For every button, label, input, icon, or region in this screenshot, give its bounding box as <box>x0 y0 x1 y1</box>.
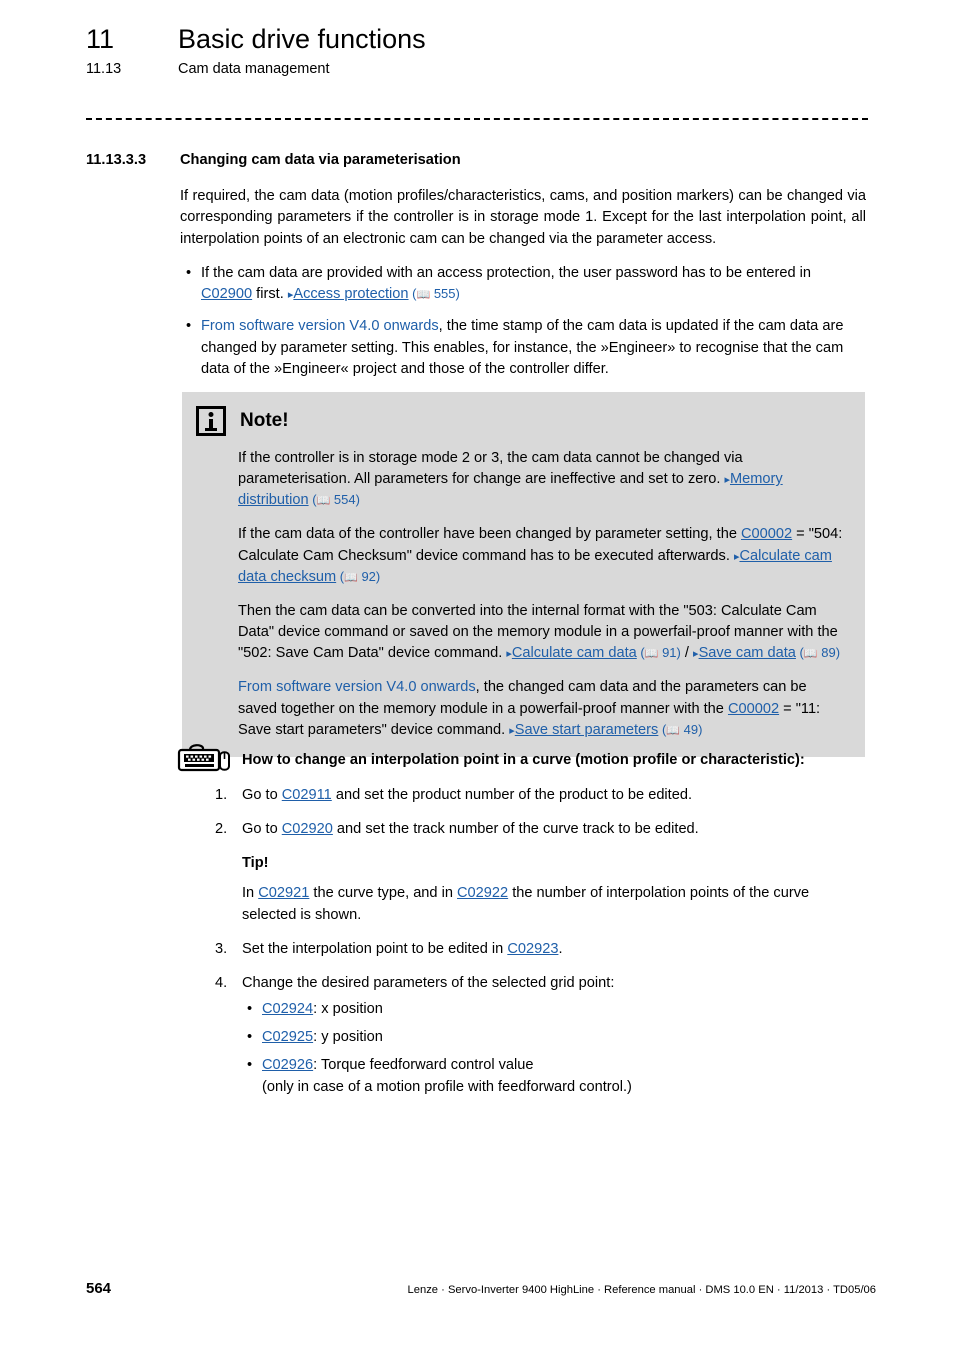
section-heading-number: 11.13.3.3 <box>86 152 147 168</box>
intro-paragraph: If required, the cam data (motion profil… <box>180 188 866 247</box>
header-chapter-row: 11 Basic drive functions <box>86 24 876 55</box>
param-link-c00002[interactable]: C00002 <box>728 701 779 717</box>
note-p1-text: If the controller is in storage mode 2 o… <box>238 450 743 488</box>
book-icon: 📖 <box>316 495 331 508</box>
tip-text-before: In <box>242 885 259 902</box>
step4-sub-list: C02924: x position C02925: y position C0… <box>242 999 866 1098</box>
footer-text: Lenze · Servo-Inverter 9400 HighLine · R… <box>407 1284 876 1296</box>
page-reference-number: 49 <box>683 721 699 737</box>
page-reference-number: 91 <box>662 645 677 661</box>
version-highlight: From software version V4.0 onwards <box>238 679 476 696</box>
keyboard-mouse-icon <box>177 744 230 772</box>
list-item: C02926: Torque feedforward control value… <box>242 1055 866 1097</box>
step3-text-after: . <box>558 940 563 957</box>
param-link-c02920[interactable]: C02920 <box>282 821 333 837</box>
param-link-c02921[interactable]: C02921 <box>258 885 309 901</box>
document-page: 11 Basic drive functions 11.13 Cam data … <box>0 0 954 1350</box>
page-reference-number: 555 <box>433 286 456 302</box>
chapter-title: Basic drive functions <box>178 24 426 54</box>
list-item: Go to C02911 and set the product number … <box>176 785 866 806</box>
howto-title: How to change an interpolation point in … <box>242 752 805 768</box>
sub-item-text: : y position <box>313 1029 383 1046</box>
howto-section: How to change an interpolation point in … <box>176 740 866 1111</box>
param-link-c02923[interactable]: C02923 <box>507 941 558 957</box>
page-reference-number: 554 <box>333 492 356 508</box>
step2-text-before: Go to <box>242 821 282 838</box>
howto-header: How to change an interpolation point in … <box>176 740 866 776</box>
note-paragraph-4: From software version V4.0 onwards, the … <box>238 677 847 740</box>
param-link-c02924[interactable]: C02924 <box>262 1001 313 1017</box>
page-reference: (📖 555) <box>408 286 460 302</box>
list-item: Set the interpolation point to be edited… <box>176 939 866 960</box>
tip-text-mid: the curve type, and in <box>309 885 458 902</box>
footer-page-number: 564 <box>86 1280 112 1297</box>
book-icon: 📖 <box>344 571 358 584</box>
page-reference: (📖 92) <box>336 568 381 584</box>
list-item: If the cam data are provided with an acc… <box>180 263 866 306</box>
page-footer: 564 Lenze · Servo-Inverter 9400 HighLine… <box>86 1280 876 1297</box>
bullet-text-before: If the cam data are provided with an acc… <box>201 264 812 281</box>
book-icon: 📖 <box>644 648 659 661</box>
xref-link-calculate-cam-data[interactable]: Calculate cam data <box>512 645 637 661</box>
tip-text: In C02921 the curve type, and in C02922 … <box>242 883 866 925</box>
xref-separator: / <box>680 645 694 662</box>
version-highlight: From software version V4.0 onwards <box>201 318 439 335</box>
book-icon: 📖 <box>416 289 431 302</box>
section-heading: 11.13.3.3 Changing cam data via paramete… <box>86 152 461 168</box>
sub-item-text: : x position <box>313 1001 383 1018</box>
header-divider <box>86 118 868 120</box>
note-paragraph-1: If the controller is in storage mode 2 o… <box>238 448 847 511</box>
intro-bullet-list: If the cam data are provided with an acc… <box>180 263 866 380</box>
howto-step-list: Go to C02911 and set the product number … <box>176 785 866 1098</box>
xref-link-access-protection[interactable]: Access protection <box>293 286 408 302</box>
note-box: Note! If the controller is in storage mo… <box>182 392 865 757</box>
xref-link-save-cam-data[interactable]: Save cam data <box>699 645 796 661</box>
xref-link-save-start-parameters[interactable]: Save start parameters <box>515 722 659 738</box>
param-link-c02925[interactable]: C02925 <box>262 1029 313 1045</box>
param-link-c02900[interactable]: C02900 <box>201 286 252 302</box>
note-p2-text-before: If the cam data of the controller have b… <box>238 526 741 543</box>
page-reference: (📖 89) <box>795 645 841 661</box>
page-header: 11 Basic drive functions 11.13 Cam data … <box>86 24 876 77</box>
section-heading-title: Changing cam data via parameterisation <box>180 152 461 168</box>
section-title-header: Cam data management <box>178 61 330 77</box>
step2-text-after: and set the track number of the curve tr… <box>332 821 699 838</box>
list-item: C02925: y position <box>242 1027 866 1048</box>
step3-text-before: Set the interpolation point to be edited… <box>242 940 508 957</box>
page-reference: (📖 91) <box>636 645 681 661</box>
bullet-text-mid: first. <box>252 286 288 303</box>
body-content: If required, the cam data (motion profil… <box>180 186 866 391</box>
sub-item-text-line2: (only in case of a motion profile with f… <box>262 1078 632 1095</box>
param-link-c02922[interactable]: C02922 <box>457 885 508 901</box>
sub-item-text: : Torque feedforward control value <box>313 1057 534 1074</box>
list-item: Go to C02920 and set the track number of… <box>176 819 866 926</box>
note-title: Note! <box>240 410 289 431</box>
page-reference: (📖 554) <box>308 492 360 508</box>
list-item: From software version V4.0 onwards, the … <box>180 316 866 380</box>
param-link-c02911[interactable]: C02911 <box>282 787 332 803</box>
step1-text-after: and set the product number of the produc… <box>331 787 693 803</box>
step1-text-before: Go to <box>242 787 282 803</box>
param-link-c00002[interactable]: C00002 <box>741 526 792 542</box>
book-icon: 📖 <box>803 648 818 661</box>
param-link-c02926[interactable]: C02926 <box>262 1057 313 1073</box>
step4-text: Change the desired parameters of the sel… <box>242 974 615 991</box>
list-item: Change the desired parameters of the sel… <box>176 973 866 1098</box>
note-body: If the controller is in storage mode 2 o… <box>196 448 847 741</box>
note-paragraph-2: If the cam data of the controller have b… <box>238 524 847 587</box>
page-reference-number: 89 <box>821 645 836 661</box>
page-reference: (📖 49) <box>658 721 703 737</box>
tip-title: Tip! <box>242 855 269 872</box>
note-paragraph-3: Then the cam data can be converted into … <box>238 601 847 664</box>
info-icon <box>196 406 226 436</box>
header-section-row: 11.13 Cam data management <box>86 61 876 77</box>
section-number-header: 11.13 <box>86 61 122 77</box>
chapter-number: 11 <box>86 24 115 54</box>
page-reference-number: 92 <box>361 568 376 584</box>
note-header: Note! <box>196 406 847 436</box>
list-item: C02924: x position <box>242 999 866 1020</box>
book-icon: 📖 <box>666 724 680 737</box>
